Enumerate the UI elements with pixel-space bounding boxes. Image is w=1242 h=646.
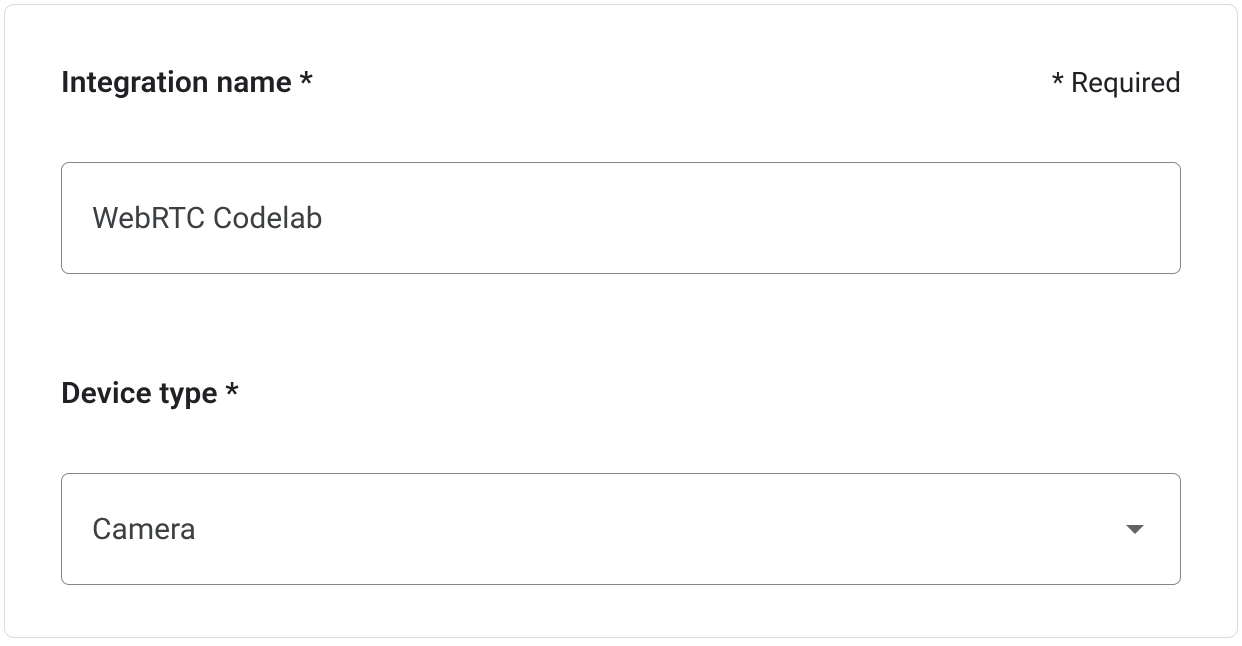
- device-type-label: Device type *: [61, 376, 1181, 411]
- integration-name-header: Integration name * * Required: [61, 65, 1181, 100]
- device-type-select[interactable]: Camera: [61, 473, 1181, 585]
- device-type-header: Device type *: [61, 376, 1181, 411]
- form-card: Integration name * * Required Device typ…: [4, 4, 1238, 638]
- integration-name-label: Integration name *: [61, 65, 313, 100]
- chevron-down-icon: [1126, 525, 1144, 534]
- required-note: * Required: [1052, 66, 1181, 99]
- integration-name-input[interactable]: [61, 162, 1181, 274]
- device-type-value: Camera: [92, 512, 1126, 547]
